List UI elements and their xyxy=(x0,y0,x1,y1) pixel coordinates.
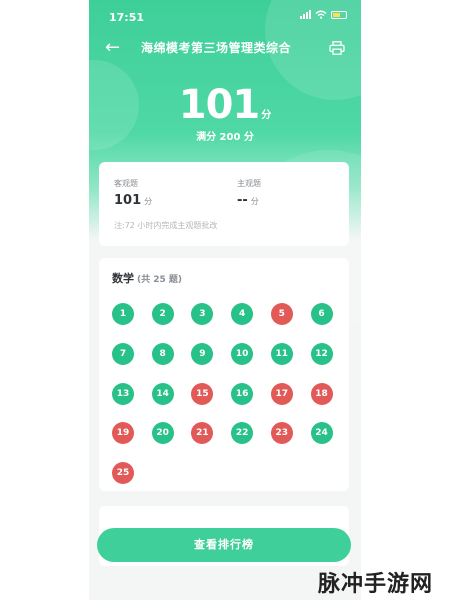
question-15-button[interactable]: 15 xyxy=(191,382,214,405)
question-5-button[interactable]: 5 xyxy=(270,303,293,325)
question-17-button[interactable]: 17 xyxy=(270,382,293,405)
question-9-button[interactable]: 9 xyxy=(191,342,214,365)
question-20-button[interactable]: 20 xyxy=(151,422,174,445)
question-16-button[interactable]: 16 xyxy=(231,382,254,405)
status-icons xyxy=(300,10,347,19)
question-19-button[interactable]: 19 xyxy=(112,422,134,445)
page-title: 海绵模考第三场管理类综合 xyxy=(141,41,292,55)
question-7-button[interactable]: 7 xyxy=(112,342,134,365)
status-time: 17:51 xyxy=(109,11,145,24)
score-summary-card: 客观题 101 分 主观题 -- 分 注:72 小时内完成主观题批改 xyxy=(99,162,349,246)
score-unit: 分 xyxy=(261,110,272,121)
question-14-button[interactable]: 14 xyxy=(151,382,174,405)
subjective-label: 主观题 xyxy=(237,179,261,188)
question-4-button[interactable]: 4 xyxy=(231,303,254,325)
question-25-button[interactable]: 25 xyxy=(112,462,134,485)
question-1-button[interactable]: 1 xyxy=(112,303,134,325)
question-6-button[interactable]: 6 xyxy=(310,303,333,325)
question-21-button[interactable]: 21 xyxy=(191,422,214,445)
objective-label: 客观题 xyxy=(114,179,138,188)
wifi-icon xyxy=(315,10,327,19)
printer-icon[interactable] xyxy=(329,41,345,55)
subjective-score: 主观题 -- 分 xyxy=(237,178,261,208)
signal-icon xyxy=(300,10,311,19)
question-24-button[interactable]: 24 xyxy=(310,422,333,445)
question-12-button[interactable]: 12 xyxy=(310,342,333,365)
nav-bar: ← 海绵模考第三场管理类综合 xyxy=(89,34,361,64)
score-max: 满分 200 分 xyxy=(196,132,254,143)
question-grid: 1 2 3 4 5 6 7 8 9 10 11 12 13 14 15 16 17 18 19 20 21 22 23 24 2… xyxy=(99,258,349,491)
phone-screen: 17:51 ← 海绵模考第三场管理类综合 101分 满分 200 分 客观题 xyxy=(89,0,361,600)
subjective-unit: 分 xyxy=(250,197,259,206)
question-11-button[interactable]: 11 xyxy=(270,342,293,365)
objective-score: 客观题 101 分 xyxy=(114,178,152,208)
question-23-button[interactable]: 23 xyxy=(270,422,293,445)
question-10-button[interactable]: 10 xyxy=(231,342,254,365)
question-18-button[interactable]: 18 xyxy=(310,382,333,405)
objective-value: 101 xyxy=(114,193,142,208)
objective-unit: 分 xyxy=(144,197,153,206)
watermark-text: 脉冲手游网 xyxy=(318,572,434,597)
battery-icon xyxy=(331,10,347,19)
question-card: 数学 (共 25 题) 1 2 3 4 5 6 7 8 9 10 11 12 13 14 15 16 17 18 19… xyxy=(99,258,349,491)
question-13-button[interactable]: 13 xyxy=(112,382,134,405)
question-3-button[interactable]: 3 xyxy=(191,303,214,325)
question-22-button[interactable]: 22 xyxy=(231,422,254,445)
view-ranking-button[interactable]: 查看排行榜 xyxy=(97,528,351,562)
question-2-button[interactable]: 2 xyxy=(151,303,174,325)
total-score: 101 分 xyxy=(89,82,361,128)
grading-note: 注:72 小时内完成主观题批改 xyxy=(114,221,218,230)
score-value: 101 xyxy=(178,82,260,128)
subjective-value: -- xyxy=(237,193,248,208)
status-bar: 17:51 xyxy=(89,0,361,34)
question-8-button[interactable]: 8 xyxy=(151,342,174,365)
back-arrow-icon[interactable]: ← xyxy=(105,36,120,60)
